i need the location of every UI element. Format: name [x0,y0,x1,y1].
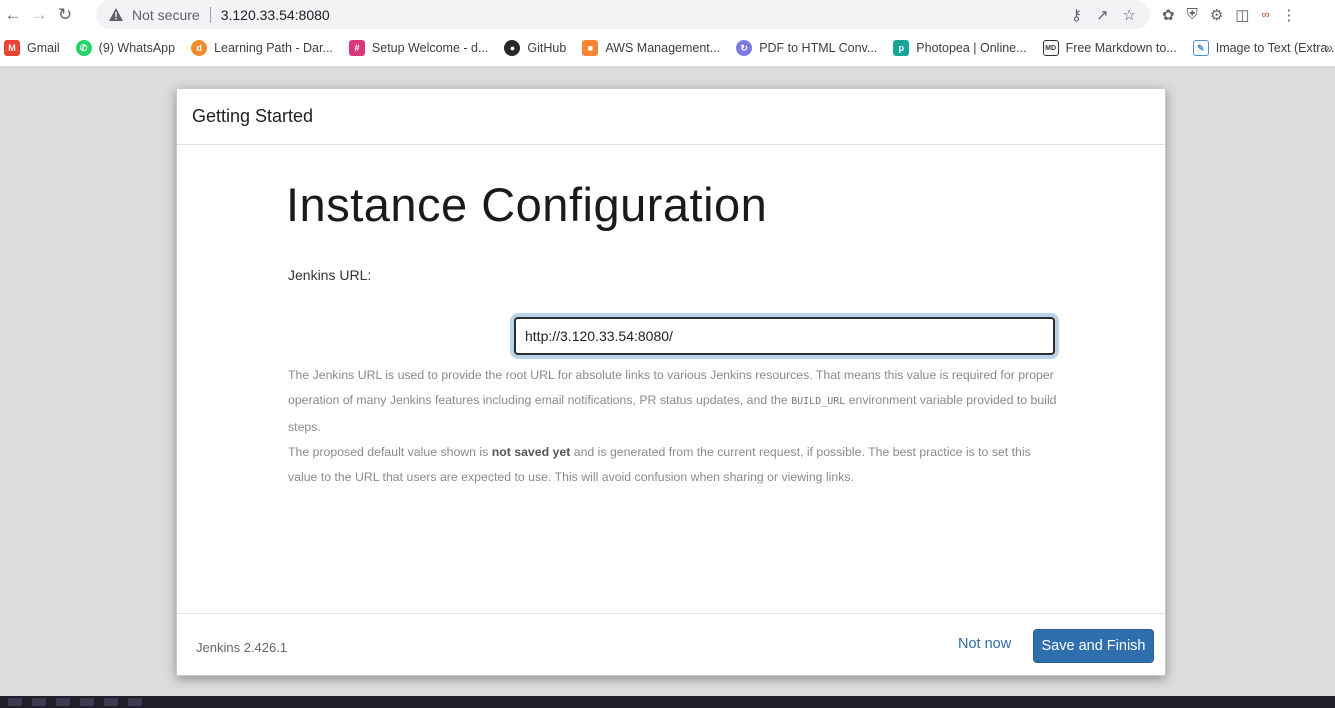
taskbar-item[interactable] [8,698,22,706]
taskbar-item[interactable] [32,698,46,706]
slack-icon: # [348,40,365,56]
key-icon[interactable]: ⚷ [1071,6,1082,24]
menu-icon[interactable]: ⋮ [1281,6,1296,24]
bookmark-learning-path[interactable]: d Learning Path - Dar... [191,40,333,56]
jenkins-version: Jenkins 2.426.1 [196,640,288,655]
dialog-header: Getting Started [177,89,1165,145]
dialog-body: Instance Configuration Jenkins URL: The … [177,145,1165,614]
warning-icon[interactable] [108,7,124,23]
image-to-text-icon: ✎ [1192,40,1209,56]
bookmark-image-to-text[interactable]: ✎ Image to Text (Extra... [1192,40,1335,56]
not-saved-emphasis: not saved yet [491,444,571,459]
whatsapp-icon: ✆ [75,40,92,56]
shield-icon[interactable]: ⛨ [1187,6,1198,23]
share-icon[interactable]: ↗ [1096,6,1109,24]
omnibox-actions: ⚷ ↗ ☆ [1071,0,1136,29]
taskbar-item[interactable] [128,698,142,706]
save-and-finish-button[interactable]: Save and Finish [1033,629,1154,663]
setup-wizard-dialog: Getting Started Instance Configuration J… [176,88,1166,676]
star-icon[interactable]: ☆ [1123,6,1136,24]
github-icon: ● [504,40,521,56]
reload-icon[interactable]: ↻ [52,2,78,28]
bookmark-markdown[interactable]: MD Free Markdown to... [1042,40,1177,56]
help-paragraph-2: The proposed default value shown is not … [288,444,1031,485]
side-panel-icon[interactable]: ◫ [1235,6,1249,24]
address-bar[interactable]: Not secure 3.120.33.54:8080 ⚷ ↗ ☆ [96,0,1150,29]
omnibox-divider [209,6,211,23]
extension-flame-icon[interactable]: ✿ [1162,6,1175,24]
forward-icon[interactable]: → [26,2,52,28]
markdown-icon: MD [1042,40,1059,56]
taskbar-item[interactable] [104,698,118,706]
learning-path-icon: d [191,40,208,56]
bookmark-whatsapp[interactable]: ✆ (9) WhatsApp [75,40,175,56]
bookmarks-overflow-icon[interactable]: » [1325,39,1333,55]
not-now-button[interactable]: Not now [958,636,1011,652]
jenkins-url-input[interactable] [514,317,1055,355]
extensions-area: ✿ ⛨ ⚙ ◫ ∞ ⋮ [1162,0,1296,29]
bookmark-aws[interactable]: ■ AWS Management... [582,40,720,56]
photopea-icon: p [893,40,910,56]
dialog-title: Getting Started [192,106,314,126]
dialog-footer: Jenkins 2.426.1 Not now Save and Finish [177,613,1165,676]
bookmark-gmail[interactable]: M Gmail [4,40,60,56]
profile-icon[interactable]: ∞ [1261,9,1269,21]
browser-toolbar: ← → ↻ Not secure 3.120.33.54:8080 ⚷ ↗ ☆ … [0,0,1335,30]
security-status[interactable]: Not secure [132,7,200,23]
taskbar-item[interactable] [80,698,94,706]
gmail-icon: M [4,40,20,56]
bookmark-photopea[interactable]: p Photopea | Online... [893,40,1027,56]
aws-icon: ■ [582,40,599,56]
bookmark-pdf-to-html[interactable]: ↻ PDF to HTML Conv... [736,40,877,56]
back-icon[interactable]: ← [0,2,26,28]
bookmarks-bar: M Gmail ✆ (9) WhatsApp d Learning Path - Da… [0,30,1335,67]
jenkins-url-label: Jenkins URL: [288,267,372,283]
puzzle-icon[interactable]: ⚙ [1210,6,1223,24]
bookmark-github[interactable]: ● GitHub [504,40,566,56]
taskbar-item[interactable] [56,698,70,706]
os-taskbar [0,696,1335,708]
url-text[interactable]: 3.120.33.54:8080 [221,7,330,23]
page-title: Instance Configuration [286,178,768,231]
build-url-code: BUILD_URL [791,396,846,408]
pdf-convert-icon: ↻ [736,40,753,56]
bookmark-setup-welcome[interactable]: # Setup Welcome - d... [348,40,488,56]
help-text: The Jenkins URL is used to provide the r… [288,363,1058,490]
help-paragraph-1: The Jenkins URL is used to provide the r… [288,368,1057,434]
